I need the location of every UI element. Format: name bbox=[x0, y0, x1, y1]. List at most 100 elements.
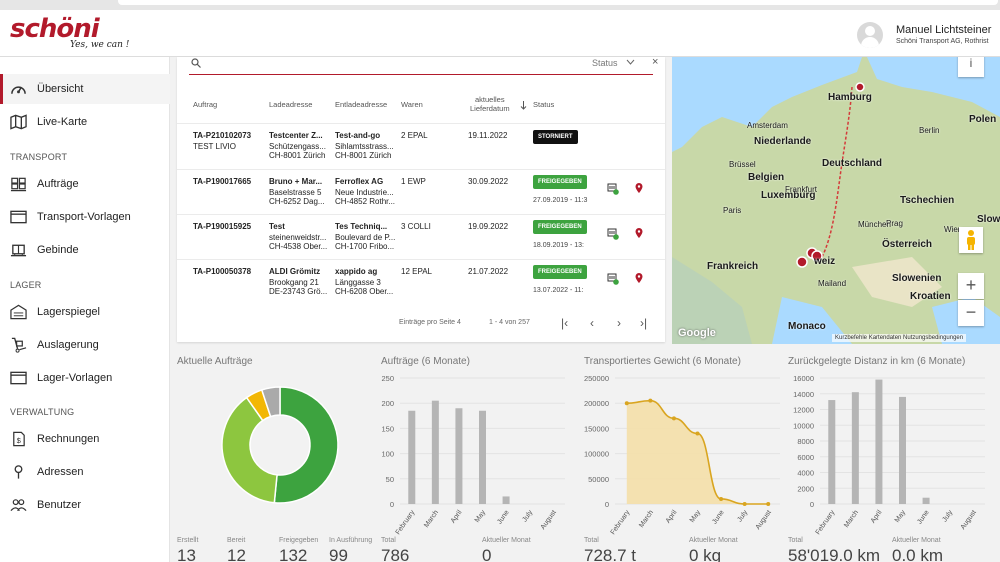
user-name[interactable]: Manuel Lichtsteiner bbox=[896, 24, 991, 36]
sort-arrow-icon[interactable] bbox=[520, 101, 527, 110]
map-pin-icon[interactable] bbox=[633, 182, 645, 194]
map-info-button[interactable]: i bbox=[958, 57, 984, 77]
data-point[interactable] bbox=[671, 416, 676, 421]
stat-label: Total bbox=[584, 537, 599, 544]
weight-area-chart[interactable]: 0 50000 100000 150000 200000 250000 February Ma… bbox=[575, 372, 790, 537]
column-header-waren[interactable]: Waren bbox=[401, 100, 423, 109]
sidebar-item-rechnungen[interactable]: $ Rechnungen bbox=[0, 424, 170, 454]
y-tick-label: 0 bbox=[810, 500, 814, 509]
sidebar-item-label: Lager-Vorlagen bbox=[37, 372, 113, 384]
next-page-button[interactable]: › bbox=[617, 316, 621, 330]
bar[interactable] bbox=[851, 392, 859, 504]
table-row[interactable]: TA-P100050378 ALDI Grömitz Brookgang 21 … bbox=[177, 259, 665, 304]
y-tick-label: 50 bbox=[386, 475, 394, 484]
stat-value: 13 bbox=[177, 546, 196, 562]
sidebar-item-gebinde[interactable]: Gebinde bbox=[0, 235, 170, 265]
sidebar-item-auslagerung[interactable]: Auslagerung bbox=[0, 330, 170, 360]
y-tick-label: 250000 bbox=[584, 374, 609, 383]
stat-value: 58'019.0 km bbox=[788, 546, 881, 562]
map-label: Tschechien bbox=[900, 195, 955, 206]
page-size-label[interactable]: Einträge pro Seite 4 bbox=[399, 319, 461, 326]
search-input[interactable] bbox=[207, 57, 567, 71]
bar[interactable] bbox=[502, 496, 510, 504]
order-id[interactable]: TA-P100050378 bbox=[193, 267, 251, 277]
map-label: Brüssel bbox=[729, 160, 756, 169]
avatar[interactable] bbox=[857, 22, 883, 48]
window-template-icon bbox=[10, 371, 27, 385]
sidebar-item-lagerspiegel[interactable]: Lagerspiegel bbox=[0, 297, 170, 327]
sidebar-item-uebersicht[interactable]: Übersicht bbox=[0, 74, 170, 104]
load-city: CH-6252 Dag... bbox=[269, 197, 325, 206]
data-point[interactable] bbox=[695, 431, 700, 436]
bar[interactable] bbox=[431, 400, 439, 504]
bar[interactable] bbox=[408, 410, 416, 504]
map-label: Monaco bbox=[788, 321, 826, 332]
column-header-status[interactable]: Status bbox=[533, 100, 554, 109]
stat-value: 132 bbox=[279, 546, 308, 562]
x-tick-label: July bbox=[736, 509, 749, 524]
sidebar-item-benutzer[interactable]: Benutzer bbox=[0, 490, 170, 520]
zoom-in-button[interactable]: + bbox=[958, 273, 984, 299]
x-tick-label: April bbox=[450, 509, 464, 525]
sidebar-item-lager-vorlagen[interactable]: Lager-Vorlagen bbox=[0, 363, 170, 393]
table-row[interactable]: TA-P190015925 Test steinenweidstr... CH-… bbox=[177, 214, 665, 259]
sidebar-item-adressen[interactable]: Adressen bbox=[0, 457, 170, 487]
map-label: München bbox=[858, 220, 891, 229]
data-point[interactable] bbox=[648, 398, 653, 403]
zoom-out-button[interactable]: − bbox=[958, 300, 984, 326]
pegman-button[interactable] bbox=[959, 227, 983, 253]
bar[interactable] bbox=[828, 400, 836, 504]
data-point[interactable] bbox=[742, 502, 747, 506]
last-page-button[interactable]: ›| bbox=[640, 316, 647, 330]
data-point[interactable] bbox=[624, 401, 629, 406]
chevron-down-icon[interactable] bbox=[626, 59, 635, 65]
orders-bar-chart[interactable]: 0 50 100 150 200 250 February March April May June… bbox=[360, 372, 580, 537]
pie-slice[interactable] bbox=[273, 386, 339, 504]
map-pin-icon[interactable] bbox=[633, 227, 645, 239]
column-header-lieferdatum-line2[interactable]: Lieferdatum bbox=[470, 104, 510, 113]
x-tick-label: February bbox=[610, 509, 632, 536]
load-name: Test bbox=[269, 222, 285, 231]
live-map[interactable]: Hamburg Amsterdam Niederlande Deutschlan… bbox=[672, 57, 1000, 344]
data-point[interactable] bbox=[766, 502, 771, 506]
first-page-button[interactable]: |‹ bbox=[561, 316, 568, 330]
sidebar-item-label: Benutzer bbox=[37, 499, 82, 511]
bar[interactable] bbox=[455, 408, 463, 504]
map-footer-links[interactable]: Kurzbefehle Kartendaten Nutzungsbedingun… bbox=[832, 334, 967, 342]
table-row[interactable]: TA-P210102073 TEST LIVIO Testcenter Z...… bbox=[177, 123, 665, 168]
bar[interactable] bbox=[479, 410, 486, 504]
donut-chart[interactable] bbox=[210, 380, 350, 510]
prev-page-button[interactable]: ‹ bbox=[590, 316, 594, 330]
barcode-check-icon[interactable] bbox=[607, 183, 619, 195]
bar[interactable] bbox=[922, 497, 930, 504]
column-header-auftrag[interactable]: Auftrag bbox=[193, 100, 217, 109]
column-header-ladeadresse[interactable]: Ladeadresse bbox=[269, 100, 312, 109]
stat-value: 12 bbox=[227, 546, 246, 562]
panel-title-orders-6m: Aufträge (6 Monate) bbox=[381, 356, 470, 367]
sidebar-item-transport-vorlagen[interactable]: Transport-Vorlagen bbox=[0, 202, 170, 232]
table-row[interactable]: TA-P190017665 Bruno + Mar... Baselstrass… bbox=[177, 169, 665, 214]
x-tick-label: June bbox=[916, 509, 931, 526]
brand-logo[interactable]: schöni Yes, we can ! bbox=[10, 16, 129, 50]
column-header-lieferdatum-line1[interactable]: aktuelles bbox=[475, 95, 505, 104]
status-badge: FREIGEGEBEN bbox=[533, 175, 587, 189]
order-id[interactable]: TA-P190017665 bbox=[193, 177, 251, 187]
sidebar-item-live-karte[interactable]: Live-Karte bbox=[0, 107, 170, 137]
data-point[interactable] bbox=[719, 496, 724, 501]
map-label: Österreich bbox=[882, 239, 933, 250]
delivery-date: 30.09.2022 bbox=[468, 177, 509, 186]
bar[interactable] bbox=[875, 379, 883, 504]
barcode-check-icon[interactable] bbox=[607, 228, 619, 240]
column-header-entladeadresse[interactable]: Entladeadresse bbox=[335, 100, 387, 109]
status-date: 13.07.2022 - 11: bbox=[533, 287, 584, 294]
map-pin-icon[interactable] bbox=[633, 272, 645, 284]
distance-bar-chart[interactable]: 0 2000 4000 6000 8000 10000 12000 14000 16000 Feb… bbox=[780, 372, 995, 537]
y-tick-label: 10000 bbox=[793, 421, 814, 430]
order-id[interactable]: TA-P210102073 bbox=[193, 131, 251, 141]
order-id[interactable]: TA-P190015925 bbox=[193, 222, 251, 232]
status-select[interactable]: Status bbox=[592, 58, 618, 68]
bar[interactable] bbox=[899, 396, 906, 504]
clear-filter-button[interactable]: × bbox=[652, 56, 658, 68]
barcode-check-icon[interactable] bbox=[607, 273, 619, 285]
sidebar-item-auftraege[interactable]: Aufträge bbox=[0, 169, 170, 199]
